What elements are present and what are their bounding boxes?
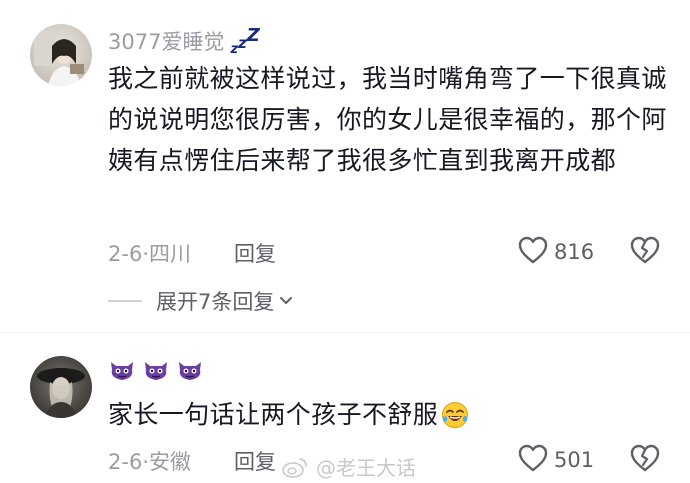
- purple-devil-icon: [176, 358, 204, 386]
- comment-text: 我之前就被这样说过，我当时嘴角弯了一下很真诚的说说明您很厉害，你的女儿是很幸福的…: [108, 64, 667, 175]
- avatar[interactable]: [30, 356, 92, 418]
- comment-text-content: 家长一句话让两个孩子不舒服: [108, 400, 439, 429]
- comment-divider: [0, 332, 690, 333]
- like-count: 816: [554, 240, 595, 264]
- purple-devil-icon: [108, 358, 136, 386]
- expand-divider-line: [108, 300, 142, 302]
- heart-icon: [518, 236, 548, 268]
- broken-heart-icon: [630, 236, 660, 268]
- comment-meta: 2-6·安徽: [108, 446, 191, 476]
- heart-icon: [518, 444, 548, 476]
- like-count: 501: [554, 448, 595, 472]
- reply-button[interactable]: 回复: [234, 238, 276, 268]
- comment-date: 2-6: [108, 450, 143, 474]
- comment-location: 安徽: [149, 450, 191, 474]
- username[interactable]: 3077爱睡觉 zzZ: [108, 26, 260, 56]
- chevron-down-icon: [278, 295, 294, 307]
- like-button[interactable]: 501: [518, 444, 594, 476]
- watermark-handle: @老王大话: [316, 456, 416, 480]
- meta-separator: ·: [142, 450, 149, 474]
- expand-replies[interactable]: 展开7条回复: [108, 286, 294, 316]
- comment-date: 2-6: [108, 242, 143, 266]
- dislike-button[interactable]: [630, 444, 660, 476]
- expand-replies-label[interactable]: 展开7条回复: [156, 286, 274, 316]
- dislike-button[interactable]: [630, 236, 660, 268]
- comment-text: 家长一句话让两个孩子不舒服: [108, 394, 668, 435]
- rolling-laughing-emoji-icon: [441, 401, 469, 429]
- user-emote-badges[interactable]: [108, 358, 204, 386]
- broken-heart-icon: [630, 444, 660, 476]
- like-button[interactable]: 816: [518, 236, 594, 268]
- comment-location: 四川: [149, 242, 191, 266]
- reply-button[interactable]: 回复: [234, 446, 276, 476]
- meta-separator: ·: [142, 242, 149, 266]
- weibo-logo-icon: [282, 456, 308, 478]
- username-text[interactable]: 3077爱睡觉: [108, 26, 224, 56]
- sleep-zzz-icon: zzZ: [230, 24, 260, 57]
- avatar[interactable]: [30, 24, 92, 86]
- purple-devil-icon: [142, 358, 170, 386]
- weibo-watermark: 微博 @老王大话: [282, 452, 416, 481]
- comment-meta: 2-6·四川: [108, 238, 191, 268]
